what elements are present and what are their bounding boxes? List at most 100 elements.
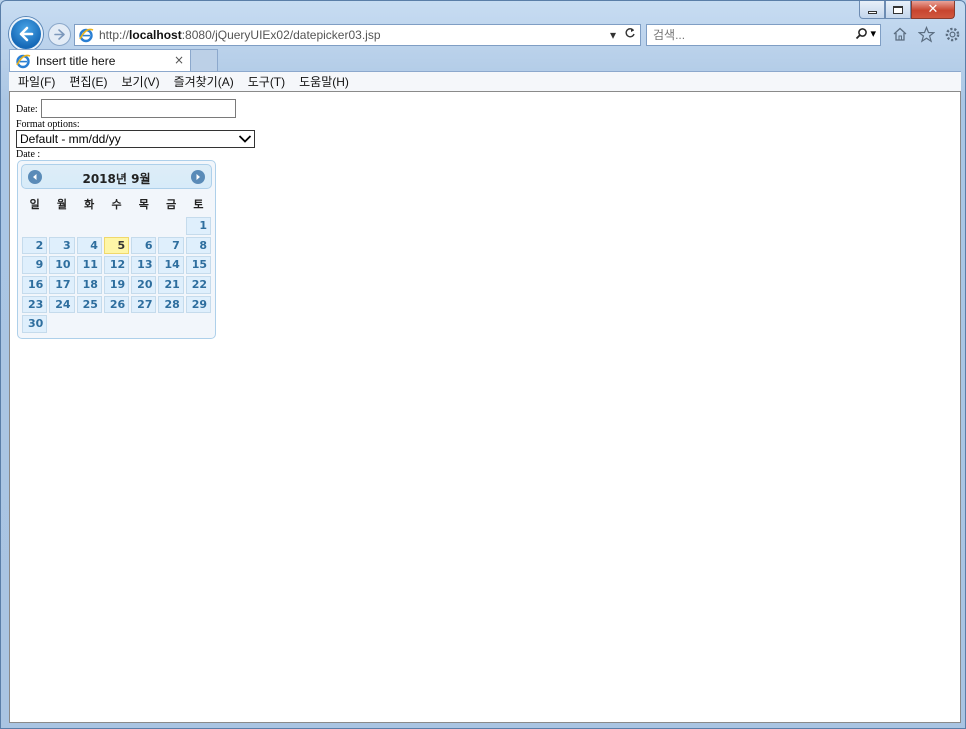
page-content: Date: Format options: Default - mm/dd/yy… [9, 92, 961, 723]
new-tab-button[interactable] [191, 49, 218, 71]
favorites-star-icon[interactable] [916, 24, 936, 44]
calendar-cell: 12 [103, 255, 130, 275]
calendar-cell: 18 [76, 275, 103, 295]
calendar-cell: 19 [103, 275, 130, 295]
calendar-day[interactable]: 8 [185, 236, 212, 255]
calendar-cell: 28 [157, 295, 184, 315]
minimize-button[interactable] [859, 1, 885, 19]
calendar-day[interactable]: 23 [22, 295, 48, 314]
calendar-day[interactable]: 5 [103, 236, 130, 255]
calendar-day[interactable]: 6 [131, 236, 157, 255]
calendar-day[interactable]: 14 [158, 256, 184, 274]
calendar-day[interactable]: 20 [131, 276, 157, 294]
calendar-cell: 20 [130, 275, 157, 295]
back-button[interactable] [9, 17, 43, 51]
forward-button[interactable] [48, 23, 71, 46]
calendar-cell: 1 [185, 216, 212, 236]
menu-file[interactable]: 파일(F) [11, 73, 62, 90]
close-icon: ✕ [927, 2, 939, 17]
menu-view[interactable]: 보기(V) [114, 73, 166, 90]
calendar-cell: 6 [130, 236, 157, 256]
menu-tools[interactable]: 도구(T) [241, 73, 292, 90]
calendar-day[interactable]: 18 [76, 276, 102, 294]
browser-tab[interactable]: Insert title here × [9, 49, 191, 71]
calendar-cell: 8 [185, 236, 212, 256]
search-dropdown-icon: ▾ [870, 28, 876, 40]
calendar-day[interactable]: 7 [158, 236, 184, 255]
datepicker-header: 2018년 9월 [21, 164, 212, 189]
calendar-cell: 27 [130, 295, 157, 315]
calendar-cell [48, 216, 75, 236]
menu-edit[interactable]: 편집(E) [62, 73, 114, 90]
weekday-label: 월 [56, 198, 67, 211]
calendar-cell [103, 216, 130, 236]
weekday-label: 화 [84, 198, 95, 211]
calendar-day[interactable]: 9 [22, 256, 48, 274]
calendar-day[interactable]: 13 [131, 256, 157, 274]
calendar-cell [130, 216, 157, 236]
calendar-week: 9 10 11 12 13 14 15 [21, 255, 212, 275]
search-input[interactable] [653, 28, 843, 42]
calendar-day[interactable]: 19 [103, 276, 130, 294]
refresh-icon[interactable] [624, 27, 636, 42]
address-bar[interactable]: http://localhost:8080/jQueryUIEx02/datep… [74, 24, 641, 46]
weekday-label: 토 [193, 198, 204, 211]
calendar-day[interactable]: 12 [103, 256, 130, 274]
calendar-cell: 17 [48, 275, 75, 295]
weekday-label: 수 [111, 198, 122, 211]
calendar-cell: 30 [21, 314, 48, 334]
menu-help[interactable]: 도움말(H) [292, 73, 356, 90]
calendar-week: 2345678 [21, 236, 212, 256]
weekday-label: 일 [29, 198, 40, 211]
calendar-day[interactable]: 24 [49, 295, 75, 314]
next-month-button[interactable] [191, 170, 205, 184]
weekday-header: 일월화수목금토 [21, 196, 212, 212]
home-icon[interactable] [890, 24, 910, 44]
calendar-day[interactable]: 30 [22, 315, 48, 333]
weekday-label: 목 [138, 198, 149, 211]
menu-favorites[interactable]: 즐겨찾기(A) [167, 73, 241, 90]
calendar-day[interactable]: 10 [49, 256, 75, 274]
calendar-week: 1 [21, 216, 212, 236]
calendar-cell [130, 314, 157, 334]
calendar-day[interactable]: 25 [76, 295, 102, 314]
address-controls: ▾ [610, 27, 636, 42]
minimize-icon [867, 11, 877, 14]
calendar-grid: 1 2 3 4 5 6 7 8 9 10 11 12 13 14 15 16 17 18 19 20 21 22 23 24 2… [21, 216, 212, 334]
calendar-week: 16 17 18 19 20 21 22 [21, 275, 212, 295]
calendar-day[interactable]: 22 [185, 276, 212, 294]
calendar-day[interactable]: 21 [158, 276, 184, 294]
calendar-cell: 2 [21, 236, 48, 256]
calendar-cell: 23 [21, 295, 48, 315]
search-icon [856, 28, 868, 40]
close-window-button[interactable]: ✕ [911, 1, 955, 19]
maximize-button[interactable] [885, 1, 911, 19]
search-button[interactable]: ▾ [855, 27, 876, 40]
calendar-day[interactable]: 4 [76, 236, 102, 255]
calendar-cell [21, 216, 48, 236]
tab-close-icon[interactable]: × [174, 53, 184, 67]
calendar-cell: 13 [130, 255, 157, 275]
weekday-label: 금 [166, 198, 177, 211]
calendar-cell: 29 [185, 295, 212, 315]
date-input[interactable] [41, 99, 236, 118]
search-box[interactable]: ▾ [646, 24, 881, 46]
calendar-day[interactable]: 29 [185, 295, 212, 314]
format-options-select[interactable]: Default - mm/dd/yy [16, 130, 255, 148]
address-dropdown-icon[interactable]: ▾ [610, 28, 616, 42]
calendar-day[interactable]: 28 [158, 295, 184, 314]
calendar-day[interactable]: 15 [185, 256, 212, 274]
browser-window: ✕ http://localhost:8080/jQueryUIEx02/dat… [0, 0, 966, 729]
calendar-day[interactable]: 17 [49, 276, 75, 294]
calendar-cell [185, 314, 212, 334]
calendar-day[interactable]: 16 [22, 276, 48, 294]
calendar-day[interactable]: 2 [22, 236, 48, 255]
calendar-day[interactable]: 27 [131, 295, 157, 314]
calendar-day[interactable]: 26 [103, 295, 130, 314]
calendar-day[interactable]: 11 [76, 256, 102, 274]
settings-gear-icon[interactable] [942, 24, 962, 44]
date-label-2: Date : [16, 149, 41, 160]
calendar-day[interactable]: 3 [49, 236, 75, 255]
calendar-day[interactable]: 1 [185, 217, 212, 235]
format-selected-value: Default - mm/dd/yy [20, 132, 121, 146]
